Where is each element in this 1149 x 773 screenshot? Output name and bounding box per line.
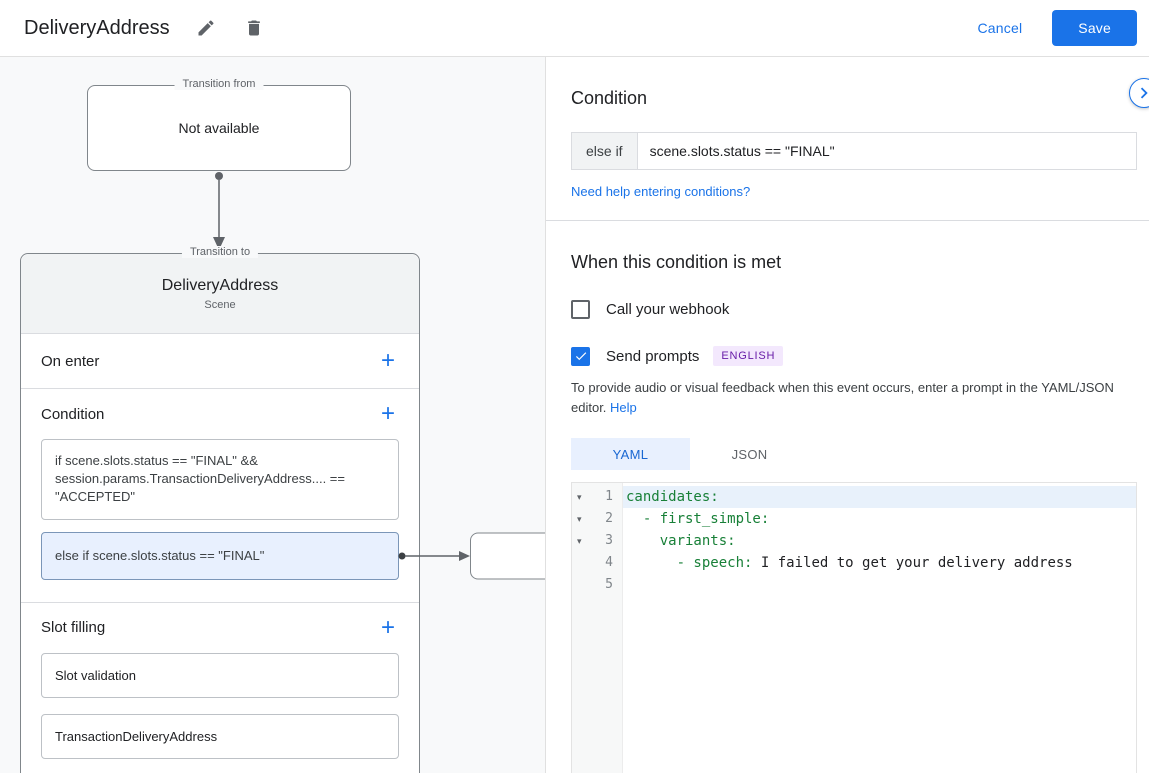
condition-panel: Condition else if Need help entering con…: [546, 57, 1149, 773]
tab-json[interactable]: JSON: [690, 438, 809, 470]
transition-from-node[interactable]: Transition from Not available: [87, 78, 351, 171]
line-number: 4: [605, 555, 613, 571]
webhook-checkbox[interactable]: [571, 300, 590, 319]
condition-input-row: else if: [571, 132, 1137, 170]
add-icon: +: [380, 400, 395, 427]
scene-title: DeliveryAddress: [161, 276, 279, 294]
condition-section: Condition + if scene.slots.status == "FI…: [21, 388, 545, 602]
add-on-enter-button[interactable]: +: [375, 347, 401, 375]
code-line: variants:: [623, 530, 1136, 552]
fold-arrow-icon[interactable]: ▾: [577, 530, 587, 552]
condition-help-row: Need help entering conditions?: [571, 183, 1137, 201]
save-button[interactable]: Save: [1052, 10, 1137, 46]
transition-target-node[interactable]: [470, 532, 545, 580]
top-bar: DeliveryAddress Cancel Save: [0, 0, 1149, 57]
yaml-value: I failed to get your delivery address: [752, 555, 1073, 572]
scene-card: Transition to DeliveryAddress Scene On e…: [20, 246, 545, 773]
code-line: - speech: I failed to get your delivery …: [623, 552, 1136, 574]
yaml-key: candidates:: [626, 489, 719, 506]
condition-input[interactable]: [636, 132, 1137, 170]
check-icon: [575, 352, 586, 361]
on-enter-row: On enter +: [21, 334, 419, 388]
content: Transition from Not available Transition…: [0, 57, 1149, 773]
add-slot-button[interactable]: +: [375, 614, 401, 642]
scene-subtitle: Scene: [204, 298, 236, 311]
tab-yaml[interactable]: YAML: [571, 438, 690, 471]
line-number: 2: [605, 511, 613, 527]
connector-arrow-icon: [398, 550, 470, 561]
prompts-description: To provide audio or visual feedback when…: [571, 378, 1136, 418]
yaml-editor[interactable]: ▾ 1 ▾ 2 ▾ 3 4 5 candidates: - first_simp…: [571, 482, 1137, 773]
panel-title: Condition: [571, 88, 648, 108]
editor-gutter: ▾ 1 ▾ 2 ▾ 3 4 5: [572, 483, 623, 773]
edit-button[interactable]: [192, 14, 220, 42]
condition-help-link[interactable]: Need help entering conditions?: [571, 184, 750, 199]
editor-code-area[interactable]: candidates: - first_simple: variants: - …: [623, 483, 1136, 773]
send-prompts-row: Send prompts ENGLISH: [571, 346, 1137, 366]
gutter-row: ▾ 3: [572, 530, 622, 552]
diagram-pane: Transition from Not available Transition…: [0, 57, 546, 773]
transition-to-label: Transition to: [181, 246, 259, 258]
language-badge: ENGLISH: [713, 346, 784, 366]
scene-header[interactable]: DeliveryAddress Scene: [21, 254, 419, 334]
trash-icon: [247, 20, 260, 36]
top-bar-left: DeliveryAddress: [24, 14, 268, 42]
condition-item-selected[interactable]: else if scene.slots.status == "FINAL": [41, 531, 545, 580]
page-title: DeliveryAddress: [24, 16, 170, 39]
editor-tabs: YAML JSON: [571, 438, 1137, 471]
slot-item[interactable]: TransactionDeliveryAddress: [41, 713, 399, 759]
on-enter-label: On enter: [41, 352, 100, 370]
webhook-label: Call your webhook: [606, 301, 730, 318]
transition-from-label: Transition from: [174, 78, 264, 90]
slot-filling-row: Slot filling +: [21, 603, 419, 653]
condition-item-text: else if scene.slots.status == "FINAL": [55, 547, 265, 563]
line-number: 5: [605, 577, 613, 593]
add-icon: +: [380, 347, 395, 374]
condition-prefix: else if: [571, 132, 637, 170]
help-link[interactable]: Help: [610, 400, 637, 415]
transition-from-content: Not available: [178, 120, 260, 136]
panel-divider: [546, 220, 1149, 221]
slot-item[interactable]: Slot validation: [41, 652, 399, 698]
yaml-key: - first_simple:: [626, 511, 770, 528]
when-condition-title: When this condition is met: [571, 252, 782, 272]
code-line: - first_simple:: [623, 508, 1136, 530]
chevron-right-icon: [1140, 87, 1148, 99]
delete-button[interactable]: [240, 14, 268, 42]
cancel-button[interactable]: Cancel: [978, 20, 1023, 36]
condition-item[interactable]: if scene.slots.status == "FINAL" && sess…: [41, 439, 399, 520]
app-root: DeliveryAddress Cancel Save Transition f…: [0, 0, 1149, 773]
condition-row: Condition +: [21, 389, 419, 439]
gutter-row: 4: [572, 552, 622, 574]
gutter-row: ▾ 1: [572, 486, 622, 508]
gutter-row: ▾ 2: [572, 508, 622, 530]
slot-filling-section: Slot filling + Slot validation Transacti…: [21, 601, 419, 773]
fold-arrow-icon[interactable]: ▾: [577, 486, 587, 508]
add-condition-button[interactable]: +: [375, 400, 401, 428]
send-prompts-label: Send prompts: [606, 347, 700, 365]
prompts-description-text: To provide audio or visual feedback when…: [571, 380, 1114, 416]
gutter-row: 5: [572, 574, 622, 596]
top-bar-right: Cancel Save: [978, 10, 1137, 46]
transition-arrow-icon: [213, 172, 225, 250]
condition-section-label: Condition: [41, 405, 105, 423]
line-number: 1: [605, 489, 613, 505]
yaml-key: - speech:: [626, 555, 753, 572]
pencil-icon: [198, 20, 214, 36]
slot-filling-label: Slot filling: [41, 619, 106, 637]
fold-arrow-icon[interactable]: ▾: [577, 508, 587, 530]
add-icon: +: [380, 613, 395, 641]
send-prompts-checkbox[interactable]: [571, 346, 590, 366]
code-line: candidates:: [623, 486, 1136, 509]
line-number: 3: [605, 533, 613, 549]
webhook-row: Call your webhook: [571, 300, 1137, 319]
yaml-key: variants:: [626, 533, 736, 550]
